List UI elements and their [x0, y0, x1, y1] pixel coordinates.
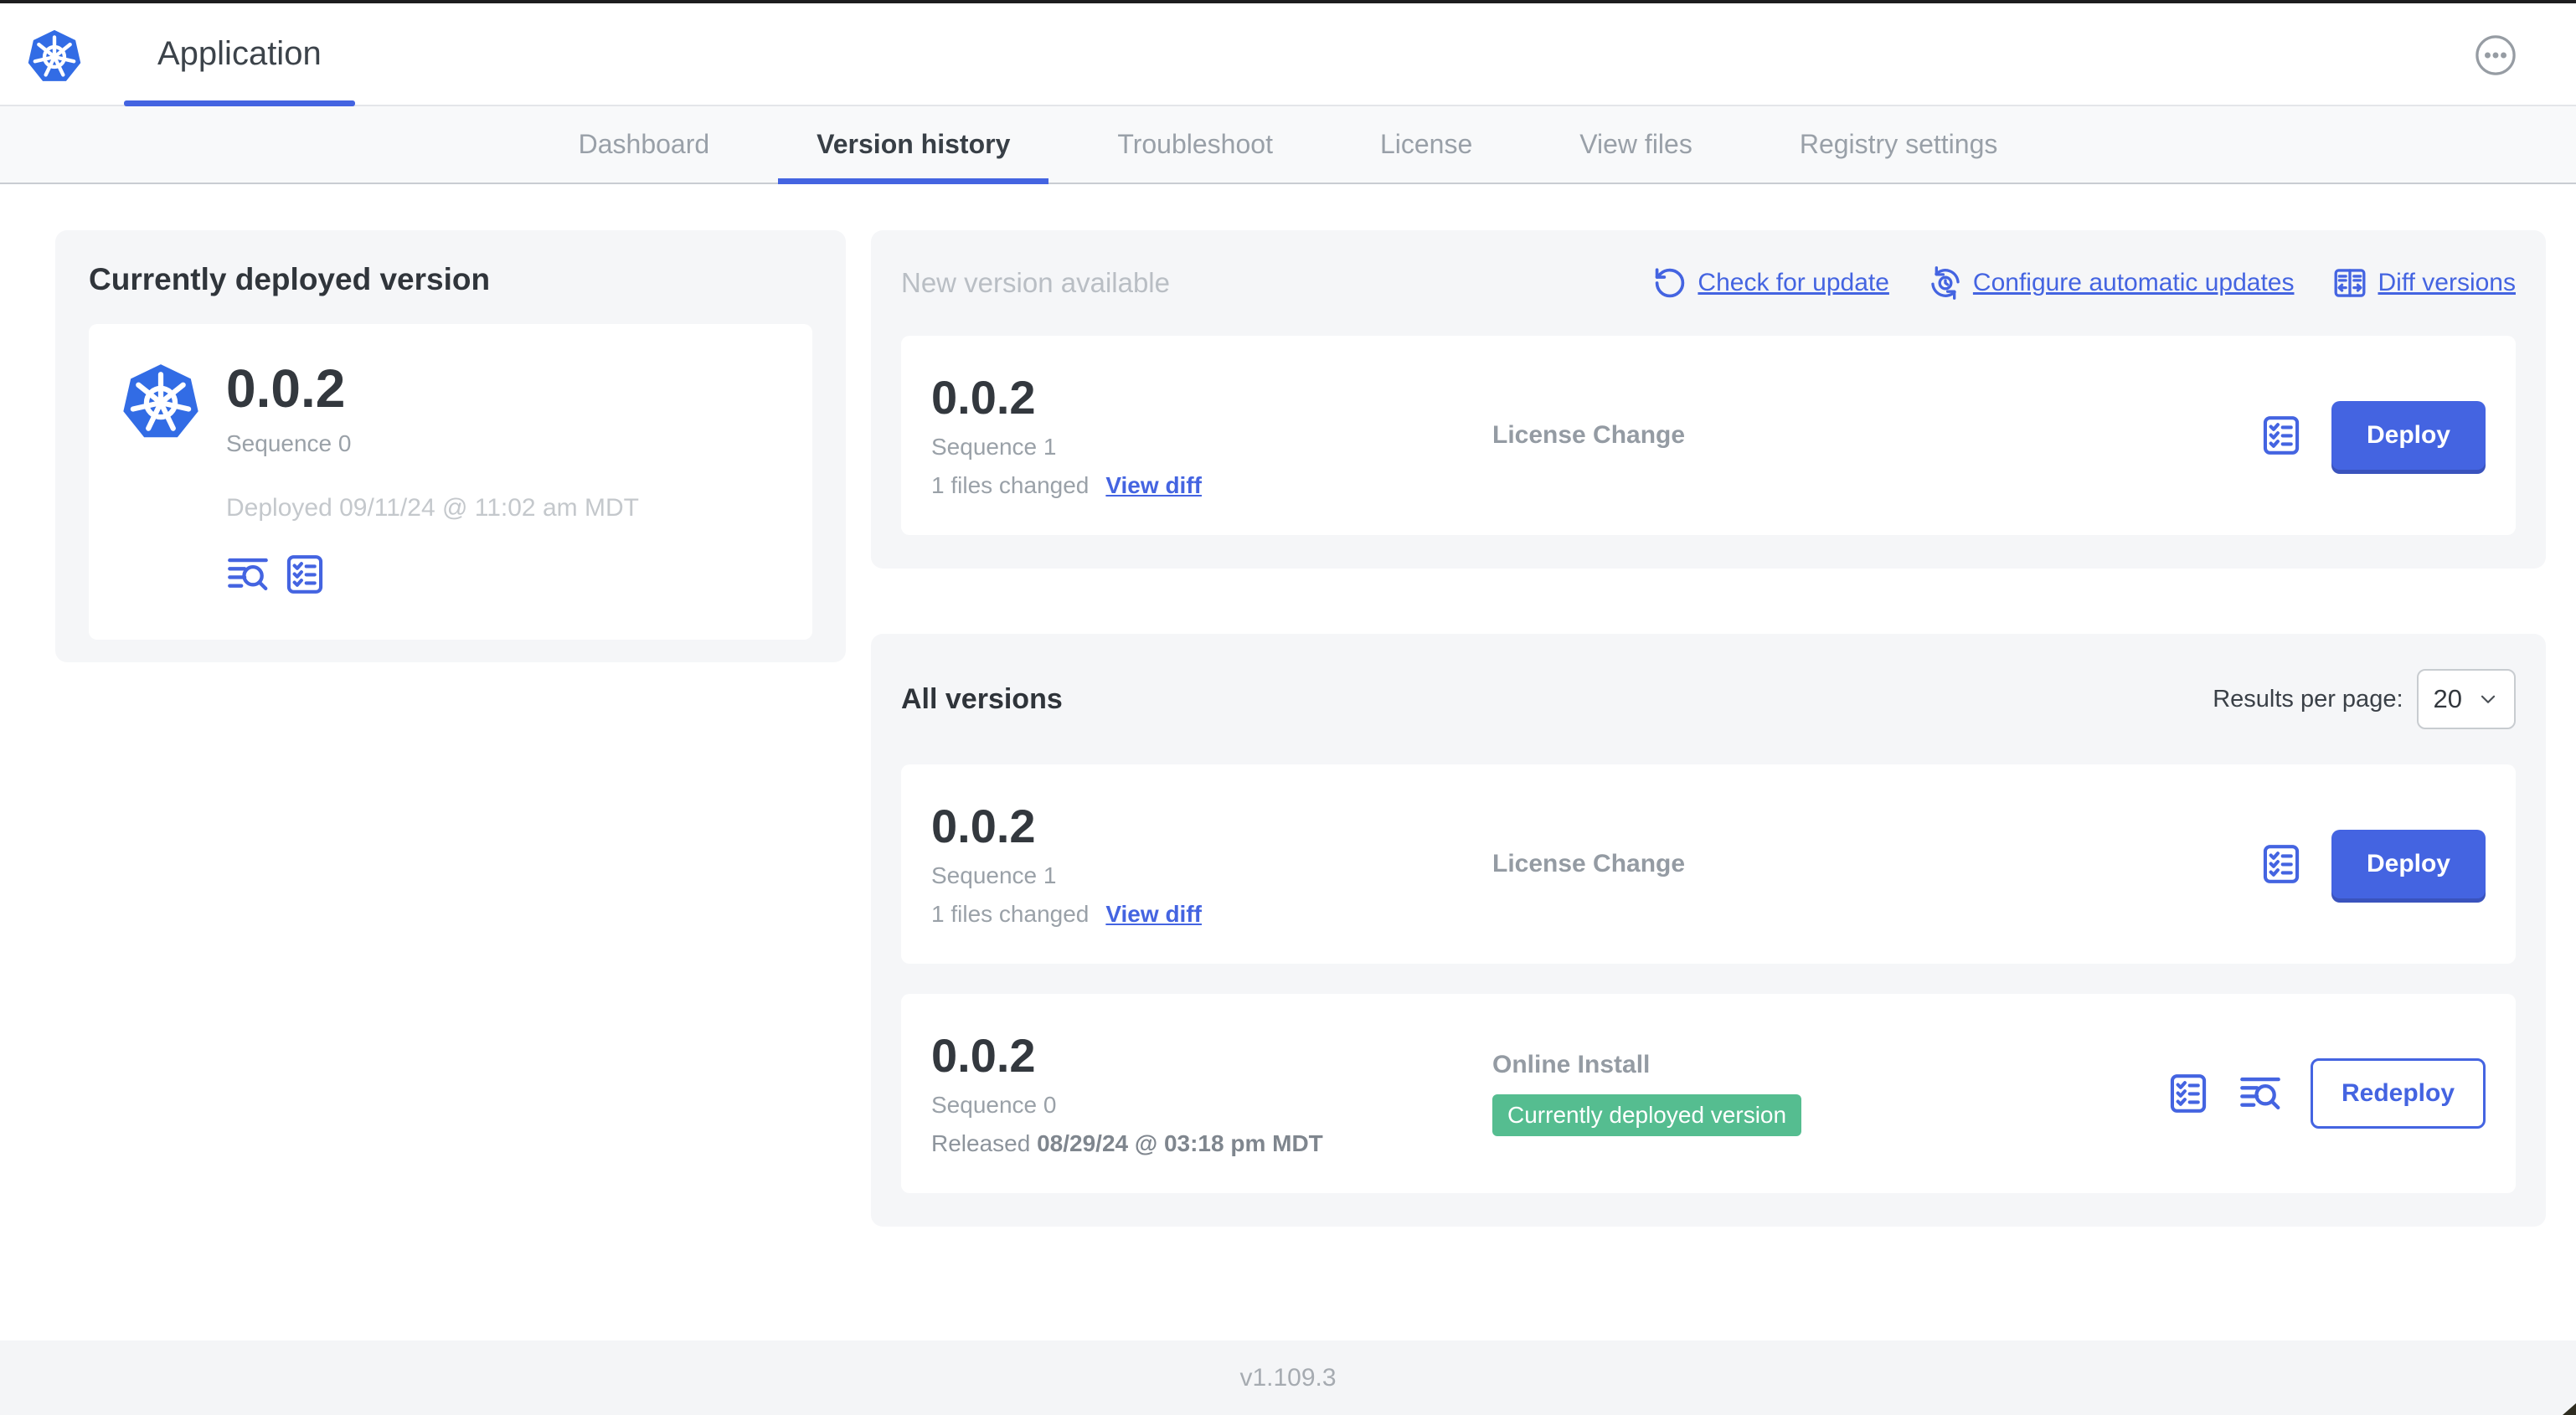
version-info: 0.0.2 Sequence 1 1 files changed View di… — [931, 800, 1492, 928]
tab-version-history[interactable]: Version history — [778, 106, 1049, 184]
version-sequence: Sequence 0 — [931, 1091, 1057, 1118]
tab-view-files[interactable]: View files — [1541, 106, 1731, 183]
all-versions-section: All versions Results per page: 20 0.0.2 … — [871, 634, 2546, 1227]
console-version: v1.109.3 — [1239, 1363, 1337, 1392]
version-row-actions: Deploy — [2259, 830, 2486, 898]
configure-automatic-updates-link[interactable]: Configure automatic updates — [1928, 265, 2295, 301]
version-history-column: New version available Check for update C… — [871, 230, 2546, 1227]
tab-troubleshoot[interactable]: Troubleshoot — [1079, 106, 1311, 183]
version-number: 0.0.2 — [931, 371, 1036, 424]
page-nav: Dashboard Version history Troubleshoot L… — [0, 106, 2576, 184]
version-source: License Change — [1492, 421, 1686, 449]
update-actions: Check for update Configure automatic upd… — [1652, 265, 2516, 301]
new-version-row: 0.0.2 Sequence 1 1 files changed View di… — [901, 336, 2516, 535]
deploy-button[interactable]: Deploy — [2331, 830, 2486, 898]
kubernetes-app-icon — [119, 359, 203, 446]
all-versions-header: All versions Results per page: 20 — [901, 669, 2516, 729]
version-number: 0.0.2 — [931, 800, 1036, 853]
results-per-page-select[interactable]: 20 — [2416, 669, 2516, 729]
version-source: Online Install — [1492, 1051, 1651, 1078]
version-info: 0.0.2 Sequence 1 1 files changed View di… — [931, 372, 1492, 499]
logs-icon — [2239, 1072, 2282, 1115]
files-changed-label: 1 files changed — [931, 471, 1090, 498]
deployed-version-card: 0.0.2 Sequence 0 Deployed 09/11/24 @ 11:… — [89, 324, 812, 640]
ellipsis-icon — [2476, 35, 2516, 75]
preflight-checks-button[interactable] — [2259, 414, 2303, 457]
refresh-icon — [1656, 268, 1685, 298]
currently-deployed-title: Currently deployed version — [89, 262, 491, 296]
deployed-sequence: Sequence 0 — [226, 430, 352, 457]
results-per-page-value: 20 — [2433, 684, 2462, 713]
check-for-update-link[interactable]: Check for update — [1652, 265, 1889, 301]
app-tab[interactable]: Application — [124, 3, 355, 106]
released-timestamp: Released 08/29/24 @ 03:18 pm MDT — [931, 1129, 1323, 1156]
version-source: License Change — [1492, 850, 1686, 877]
tab-license[interactable]: License — [1342, 106, 1511, 183]
preflight-checks-button[interactable] — [2166, 1072, 2210, 1115]
files-changed-label: 1 files changed — [931, 900, 1090, 927]
checklist-icon — [283, 553, 327, 596]
app-header: Application — [0, 3, 2576, 106]
results-per-page-label: Results per page: — [2213, 685, 2403, 713]
configure-automatic-updates-label: Configure automatic updates — [1972, 269, 2295, 296]
deploy-logs-button[interactable] — [2239, 1072, 2282, 1115]
deployed-version-number: 0.0.2 — [226, 358, 346, 419]
tab-registry-settings[interactable]: Registry settings — [1761, 106, 2037, 183]
currently-deployed-card: Currently deployed version 0.0.2 Sequenc… — [55, 230, 846, 662]
version-number: 0.0.2 — [931, 1029, 1036, 1083]
results-per-page: Results per page: 20 — [2213, 669, 2516, 729]
version-row-sequence-1: 0.0.2 Sequence 1 1 files changed View di… — [901, 764, 2516, 964]
main-content: Currently deployed version 0.0.2 Sequenc… — [0, 184, 2576, 1227]
all-versions-title: All versions — [901, 682, 1063, 715]
diff-versions-link[interactable]: Diff versions — [2332, 265, 2516, 301]
preflight-checks-button[interactable] — [2259, 842, 2303, 886]
version-info: 0.0.2 Sequence 0 Released 08/29/24 @ 03:… — [931, 1030, 1492, 1157]
version-sequence: Sequence 1 — [931, 433, 1057, 460]
deployed-version-actions — [226, 553, 639, 596]
checklist-icon — [2259, 842, 2303, 886]
view-diff-link[interactable]: View diff — [1105, 901, 1202, 928]
new-version-title: New version available — [901, 267, 1170, 298]
version-row-sequence-0: 0.0.2 Sequence 0 Released 08/29/24 @ 03:… — [901, 994, 2516, 1193]
check-for-update-label: Check for update — [1698, 269, 1889, 296]
view-diff-link[interactable]: View diff — [1105, 472, 1202, 499]
kubernetes-logo-icon — [25, 26, 84, 88]
deploy-logs-button[interactable] — [226, 553, 270, 596]
version-rows: 0.0.2 Sequence 1 1 files changed View di… — [901, 764, 2516, 1193]
new-version-header: New version available Check for update C… — [901, 265, 2516, 301]
cursor-artifact — [2563, 1403, 2576, 1415]
more-options-button[interactable] — [2474, 33, 2517, 77]
preflight-checks-button[interactable] — [283, 553, 327, 596]
logs-icon — [226, 553, 270, 596]
version-row-actions: Redeploy — [2166, 1058, 2486, 1129]
deployed-timestamp: Deployed 09/11/24 @ 11:02 am MDT — [226, 494, 639, 522]
currently-deployed-badge: Currently deployed version — [1492, 1094, 1802, 1136]
version-row-actions: Deploy — [2259, 401, 2486, 470]
version-sequence: Sequence 1 — [931, 862, 1057, 888]
chevron-down-icon — [2481, 695, 2496, 703]
auto-update-clock-icon — [1931, 266, 1960, 300]
tab-dashboard[interactable]: Dashboard — [540, 106, 749, 183]
checklist-icon — [2166, 1072, 2210, 1115]
deployed-version-details: 0.0.2 Sequence 0 Deployed 09/11/24 @ 11:… — [226, 354, 639, 606]
diff-versions-label: Diff versions — [2378, 269, 2516, 296]
deploy-button[interactable]: Deploy — [2331, 401, 2486, 470]
diff-icon — [2335, 269, 2366, 297]
new-version-section: New version available Check for update C… — [871, 230, 2546, 569]
app-title: Application — [157, 35, 322, 72]
checklist-icon — [2259, 414, 2303, 457]
app-footer: v1.109.3 — [0, 1340, 2576, 1415]
redeploy-button[interactable]: Redeploy — [2310, 1058, 2486, 1129]
